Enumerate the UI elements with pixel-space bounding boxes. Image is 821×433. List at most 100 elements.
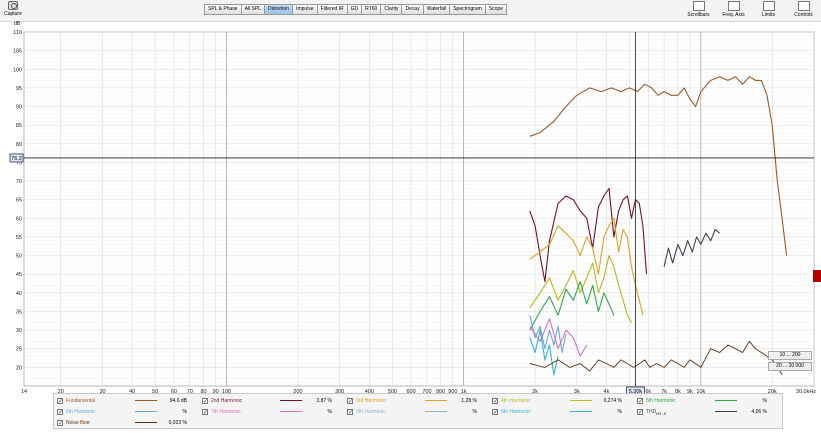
legend-label: THD <box>646 409 657 415</box>
y-tick-label: 40 <box>16 291 22 297</box>
legend-swatch <box>135 411 157 412</box>
legend-item-8th-harmonic[interactable]: 8th Harmonic% <box>347 406 489 419</box>
tab-all-spl[interactable]: All SPL <box>241 4 265 15</box>
legend-swatch <box>570 400 592 401</box>
legend-label: 7th Harmonic <box>211 409 241 415</box>
legend-swatch <box>280 400 302 401</box>
scrollbars-button[interactable]: Scrollbars <box>681 0 716 18</box>
freq-axis-button[interactable]: Freq. Axis <box>716 0 751 18</box>
legend-value: % <box>617 409 622 415</box>
side-scroll-handle[interactable] <box>813 270 821 282</box>
x-tick-label: 14 <box>21 389 27 393</box>
tab-spectrogram[interactable]: Spectrogram <box>450 4 486 15</box>
y-cursor-readout: 76.2 <box>11 156 22 162</box>
tab-rt60[interactable]: RT60 <box>362 4 382 15</box>
graph-tabs: SPL & Phase All SPL Distortion Impulse Filte… <box>204 4 508 15</box>
legend-item-noise-floor[interactable]: Noise floor 0,023 % <box>57 417 199 430</box>
y-tick-label: 50 <box>16 254 22 260</box>
y-tick-label: 105 <box>13 49 22 55</box>
legend-label: 3rd Harmonic <box>356 398 387 404</box>
legend-label: 8th Harmonic <box>356 409 386 415</box>
limits-icon <box>762 1 775 11</box>
tool-label: Freq. Axis <box>722 12 745 18</box>
tool-label: Controls <box>794 12 813 18</box>
range-box-bottom[interactable]: 20 ... 20 000 <box>768 362 812 371</box>
capture-label: Capture <box>4 11 22 17</box>
legend-swatch <box>135 422 157 423</box>
legend-label: 2nd Harmonic <box>211 398 243 404</box>
legend-checkbox[interactable] <box>202 396 208 408</box>
toolbar: Capture SPL & Phase All SPL Distortion Impu… <box>0 0 821 22</box>
legend-checkbox[interactable] <box>637 407 643 419</box>
y-tick-label: 110 <box>13 30 22 36</box>
legend-label: Noise floor <box>66 420 90 426</box>
legend-value: % <box>327 409 332 415</box>
legend-item-thd[interactable]: THDH2..9 4,06 % <box>637 406 779 419</box>
legend-swatch <box>425 411 447 412</box>
tab-impulse[interactable]: Impulse <box>293 4 318 15</box>
legend-checkbox[interactable] <box>57 407 63 419</box>
legend-label: 5th Harmonic <box>646 398 676 404</box>
range-box-top[interactable]: 10 ... 200 <box>768 351 812 360</box>
y-tick-label: 100 <box>13 67 22 73</box>
legend-checkbox[interactable] <box>347 396 353 408</box>
legend-checkbox[interactable] <box>57 396 63 408</box>
tool-label: Scrollbars <box>687 12 710 18</box>
legend-swatch <box>280 411 302 412</box>
y-tick-label: 25 <box>16 347 22 353</box>
freq-axis-icon <box>727 1 740 11</box>
distortion-chart[interactable]: 1101051009590858075706560555045403530252… <box>0 20 821 393</box>
legend-checkbox[interactable] <box>637 396 643 408</box>
legend-checkbox[interactable] <box>57 418 63 430</box>
legend-item-7th-harmonic[interactable]: 7th Harmonic% <box>202 406 344 419</box>
y-tick-label: 20 <box>16 365 22 371</box>
y-tick-label: 55 <box>16 235 22 241</box>
legend-swatch <box>425 400 447 401</box>
legend-swatch <box>570 411 592 412</box>
legend-label: 9th Harmonic <box>501 409 531 415</box>
y-tick-label: 45 <box>16 272 22 278</box>
y-tick-label: 90 <box>16 105 22 111</box>
camera-icon <box>8 1 18 10</box>
y-tick-label: 35 <box>16 309 22 315</box>
legend-label: 4th Harmonic <box>501 398 531 404</box>
tab-waterfall[interactable]: Waterfall <box>423 4 451 15</box>
tab-spl-phase[interactable]: SPL & Phase <box>204 4 242 15</box>
y-tick-label: 85 <box>16 123 22 129</box>
tab-scope[interactable]: Scope <box>485 4 508 15</box>
legend-value: % <box>472 409 477 415</box>
y-tick-label: 60 <box>16 216 22 222</box>
legend-checkbox[interactable] <box>492 407 498 419</box>
tool-label: Limits <box>761 12 776 18</box>
y-tick-label: 70 <box>16 179 22 185</box>
tab-gd[interactable]: GD <box>347 4 363 15</box>
legend-checkbox[interactable] <box>202 407 208 419</box>
capture-button[interactable]: Capture <box>2 1 24 17</box>
legend-swatch <box>135 400 157 401</box>
legend-label: Fundamental <box>66 398 96 404</box>
legend-item-9th-harmonic[interactable]: 9th Harmonic% <box>492 406 634 419</box>
y-tick-label: 80 <box>16 142 22 148</box>
legend-checkbox[interactable] <box>347 407 353 419</box>
tab-decay[interactable]: Decay <box>402 4 424 15</box>
legend-swatch <box>715 400 737 401</box>
tab-filtered-ir[interactable]: Filtered IR <box>317 4 348 15</box>
right-tools: Scrollbars Freq. Axis Limits Controls <box>681 0 821 18</box>
legend-checkbox[interactable] <box>492 396 498 408</box>
x-tick-label: 30,0kHz <box>796 389 816 393</box>
plot-area <box>23 31 815 387</box>
legend-value: 0,023 % <box>168 420 187 426</box>
legend-swatch <box>715 411 737 412</box>
legend-label: 6th Harmonic <box>66 409 96 415</box>
legend-label-subscript: H2..9 <box>656 411 666 416</box>
limits-button[interactable]: Limits <box>751 0 786 18</box>
y-tick-label: 65 <box>16 198 22 204</box>
scrollbars-icon <box>692 1 705 11</box>
legend-value: 4,06 % <box>751 409 767 415</box>
controls-button[interactable]: Controls <box>786 0 821 18</box>
y-tick-label: 95 <box>16 86 22 92</box>
controls-icon <box>797 1 810 11</box>
legend-panel: Fundamental94,6 dB2nd Harmonic3,87 %3rd … <box>53 393 783 430</box>
tab-clarity[interactable]: Clarity <box>381 4 403 15</box>
tab-distortion[interactable]: Distortion <box>264 4 294 15</box>
